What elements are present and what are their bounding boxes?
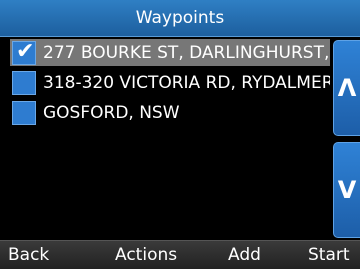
waypoint-row-1[interactable]: ✔ 277 BOURKE ST, DARLINGHURST, bbox=[10, 39, 330, 66]
actions-button[interactable]: Actions bbox=[115, 241, 177, 269]
chevron-down-icon: V bbox=[337, 176, 357, 204]
waypoint-checkbox-1[interactable]: ✔ bbox=[12, 38, 36, 65]
chevron-up-icon: Λ bbox=[337, 74, 357, 102]
scroll-up-button[interactable]: Λ bbox=[333, 40, 360, 136]
waypoint-list: ✔ 277 BOURKE ST, DARLINGHURST, 318-320 V… bbox=[10, 39, 330, 126]
check-icon: ✔ bbox=[16, 38, 35, 64]
scroll-down-button[interactable]: V bbox=[333, 142, 360, 238]
waypoint-row-2[interactable]: 318-320 VICTORIA RD, RYDALMER bbox=[10, 69, 330, 96]
back-button[interactable]: Back bbox=[8, 241, 49, 269]
add-button[interactable]: Add bbox=[228, 241, 261, 269]
bottom-toolbar: Back Actions Add Start bbox=[0, 240, 360, 269]
start-button[interactable]: Start bbox=[308, 241, 350, 269]
waypoint-checkbox-3[interactable] bbox=[12, 100, 36, 125]
waypoint-checkbox-2[interactable] bbox=[12, 70, 36, 95]
page-title: Waypoints bbox=[0, 0, 360, 37]
waypoint-label: GOSFORD, NSW bbox=[43, 102, 180, 123]
waypoint-label: 277 BOURKE ST, DARLINGHURST, bbox=[43, 42, 330, 63]
waypoint-row-3[interactable]: GOSFORD, NSW bbox=[10, 99, 330, 126]
screen: Waypoints ✔ 277 BOURKE ST, DARLINGHURST,… bbox=[0, 0, 360, 269]
waypoint-label: 318-320 VICTORIA RD, RYDALMER bbox=[43, 72, 330, 93]
